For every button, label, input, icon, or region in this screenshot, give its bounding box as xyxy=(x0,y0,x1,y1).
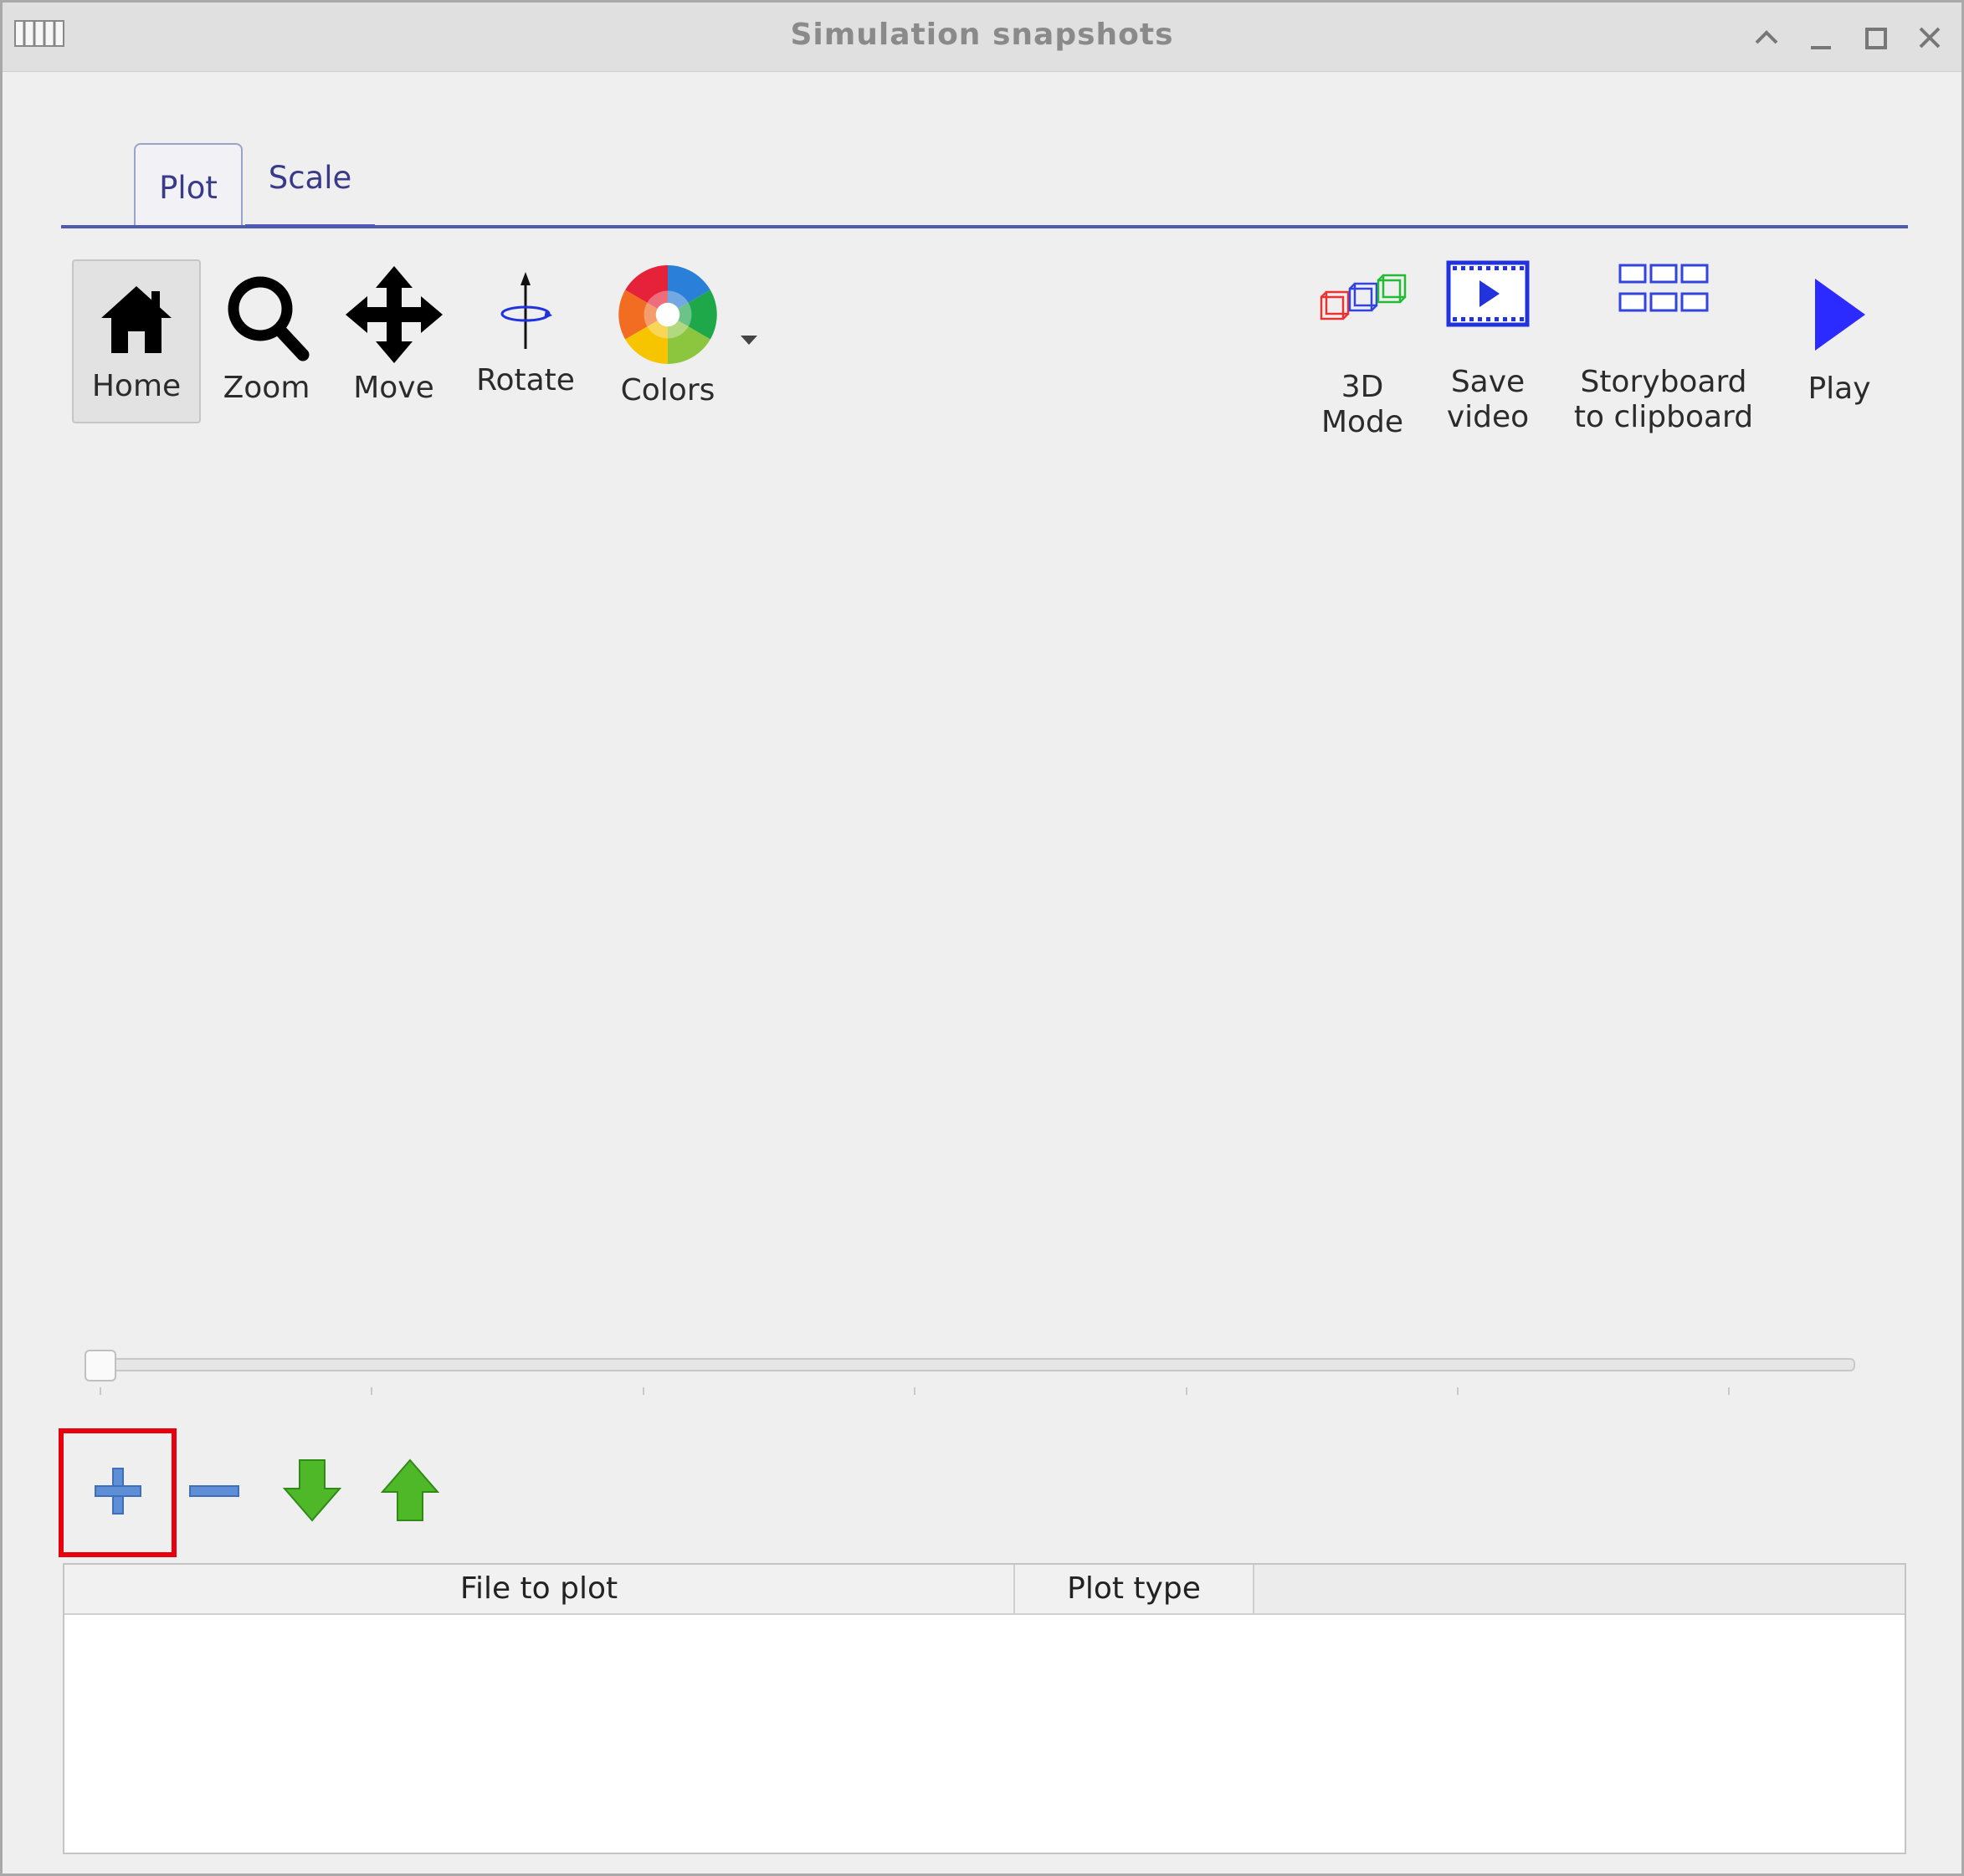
tab-plot[interactable]: Plot xyxy=(134,143,243,227)
zoom-label: Zoom xyxy=(223,371,310,405)
slider-tick xyxy=(1728,1387,1730,1395)
play-icon xyxy=(1815,279,1865,351)
colors-button[interactable]: Colors xyxy=(605,264,731,408)
colors-label: Colors xyxy=(620,373,715,407)
save-video-button[interactable]: Save video xyxy=(1433,260,1542,435)
maximize-icon[interactable] xyxy=(1860,23,1890,56)
3d-mode-label-line2: Mode xyxy=(1320,405,1404,439)
keep-above-icon[interactable] xyxy=(1751,23,1782,56)
cubes-3d-icon xyxy=(1320,274,1407,320)
tab-scale-label: Scale xyxy=(268,160,352,196)
film-icon xyxy=(1446,260,1530,327)
slider-tick xyxy=(643,1387,644,1395)
move-icon xyxy=(345,266,443,363)
tab-plot-label: Plot xyxy=(159,170,218,206)
app-window: Simulation snapshots Plot Scale Home Zoo… xyxy=(0,0,1964,1876)
storyboard-label-line2: to clipboard xyxy=(1573,400,1754,434)
tab-bar-underline xyxy=(61,225,1908,228)
play-button[interactable]: Play xyxy=(1793,277,1885,407)
close-icon[interactable] xyxy=(1915,23,1945,56)
play-label: Play xyxy=(1808,372,1871,406)
home-label: Home xyxy=(91,369,182,403)
slider-tick xyxy=(1186,1387,1187,1395)
remove-button[interactable] xyxy=(187,1463,242,1522)
title-bar: Simulation snapshots xyxy=(3,3,1961,72)
save-video-label-line1: Save xyxy=(1450,365,1526,399)
storyboard-label-line1: Storyboard xyxy=(1580,365,1747,399)
window-title: Simulation snapshots xyxy=(790,18,1174,52)
colors-dropdown-icon[interactable] xyxy=(739,334,759,351)
timeline-slider[interactable] xyxy=(90,1358,1855,1371)
move-up-button[interactable] xyxy=(379,1457,441,1527)
storyboard-button[interactable]: Storyboard to clipboard xyxy=(1567,262,1760,435)
save-video-label-line2: video xyxy=(1446,400,1530,434)
slider-tick xyxy=(914,1387,915,1395)
add-button[interactable] xyxy=(90,1463,146,1522)
minus-icon xyxy=(189,1485,239,1497)
table-header: File to plot Plot type xyxy=(64,1565,1905,1615)
move-label: Move xyxy=(353,371,434,405)
color-wheel-icon xyxy=(618,265,717,364)
move-button[interactable]: Move xyxy=(341,266,446,406)
rotate-icon xyxy=(500,272,552,349)
zoom-button[interactable]: Zoom xyxy=(214,266,319,406)
3d-mode-label-line1: 3D xyxy=(1341,370,1384,404)
timeline-slider-handle[interactable] xyxy=(85,1350,116,1381)
zoom-icon xyxy=(228,276,309,361)
3d-mode-button[interactable]: 3D Mode xyxy=(1308,269,1417,440)
home-button[interactable]: Home xyxy=(72,259,201,423)
storyboard-grid-icon xyxy=(1618,264,1709,312)
plus-icon xyxy=(95,1468,141,1515)
home-icon xyxy=(101,286,172,353)
column-header-plot-type[interactable]: Plot type xyxy=(1015,1565,1254,1613)
slider-tick xyxy=(371,1387,372,1395)
arrow-up-icon xyxy=(380,1458,440,1521)
minimize-icon[interactable] xyxy=(1806,23,1836,56)
slider-tick xyxy=(1457,1387,1459,1395)
arrow-down-icon xyxy=(282,1459,342,1522)
move-down-button[interactable] xyxy=(281,1457,343,1527)
column-header-file-to-plot[interactable]: File to plot xyxy=(64,1565,1015,1613)
rotate-label: Rotate xyxy=(476,363,575,397)
rotate-button[interactable]: Rotate xyxy=(471,272,580,398)
tab-scale[interactable]: Scale xyxy=(245,143,375,227)
slider-tick xyxy=(100,1387,101,1395)
files-table[interactable]: File to plot Plot type xyxy=(63,1563,1906,1854)
